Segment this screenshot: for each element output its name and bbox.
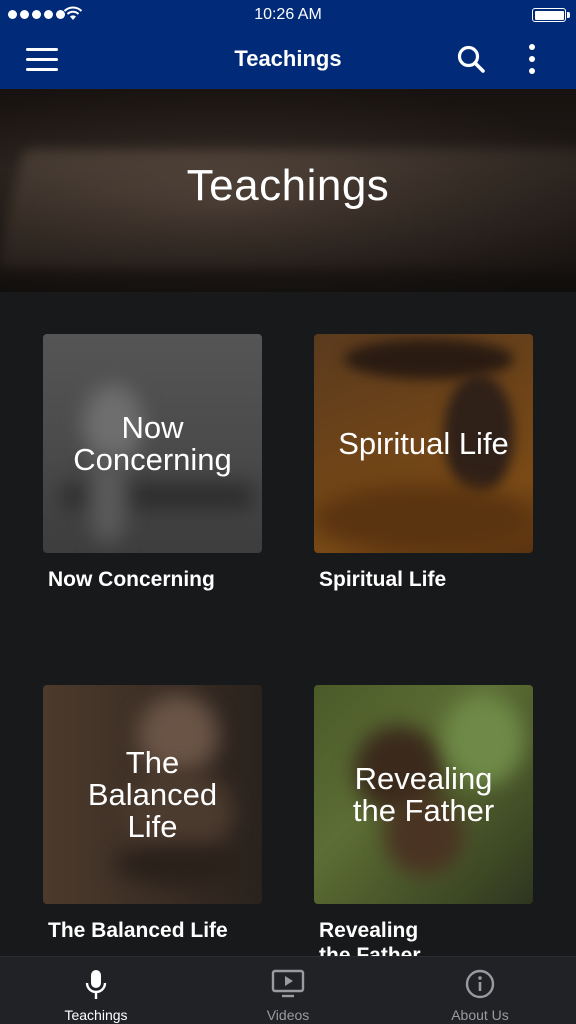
card-now-concerning[interactable]: Now Concerning Now Concerning [43, 334, 262, 592]
hero-banner: Teachings [0, 89, 576, 292]
card-overlay-title: Now Concerning [73, 409, 232, 477]
card-label: Spiritual Life [319, 568, 447, 591]
card-thumbnail: Revealing the Father [314, 685, 533, 904]
card-overlay-title: Revealing the Father [352, 760, 495, 828]
card-spiritual-life[interactable]: Spiritual Life Spiritual Life [314, 334, 533, 592]
tab-about-us[interactable]: About Us [384, 957, 576, 1024]
card-the-balanced-life[interactable]: The Balanced Life The Balanced Life [43, 685, 262, 943]
microphone-icon [85, 970, 107, 999]
tab-label: About Us [451, 1007, 509, 1023]
tab-label: Videos [266, 1007, 310, 1023]
card-label: The Balanced Life [48, 919, 228, 942]
battery-icon [532, 8, 570, 22]
card-label: Now Concerning [48, 568, 215, 591]
card-thumbnail: Spiritual Life [314, 334, 533, 553]
card-thumbnail: Now Concerning [43, 334, 262, 553]
tab-teachings[interactable]: Teachings [0, 957, 192, 1024]
search-icon[interactable] [456, 44, 486, 74]
tab-videos[interactable]: Videos [192, 957, 384, 1024]
card-revealing-the-father[interactable]: Revealing the Father Revealing the Fathe… [314, 685, 533, 968]
bottom-tab-bar: Teachings Videos About Us [0, 956, 576, 1024]
status-bar: 10:26 AM [0, 0, 576, 30]
status-time: 10:26 AM [254, 6, 322, 23]
card-overlay-title: Spiritual Life [338, 425, 509, 461]
card-overlay-title: The Balanced Life [87, 744, 218, 844]
hero-title: Teachings [186, 161, 390, 210]
nav-title: Teachings [234, 46, 342, 71]
more-options-icon[interactable] [522, 42, 542, 76]
card-thumbnail: The Balanced Life [43, 685, 262, 904]
video-player-icon [271, 969, 305, 998]
navigation-bar: Teachings [0, 30, 576, 89]
tab-label: Teachings [64, 1007, 128, 1023]
info-icon [465, 969, 495, 999]
hamburger-menu-icon[interactable] [26, 48, 60, 72]
